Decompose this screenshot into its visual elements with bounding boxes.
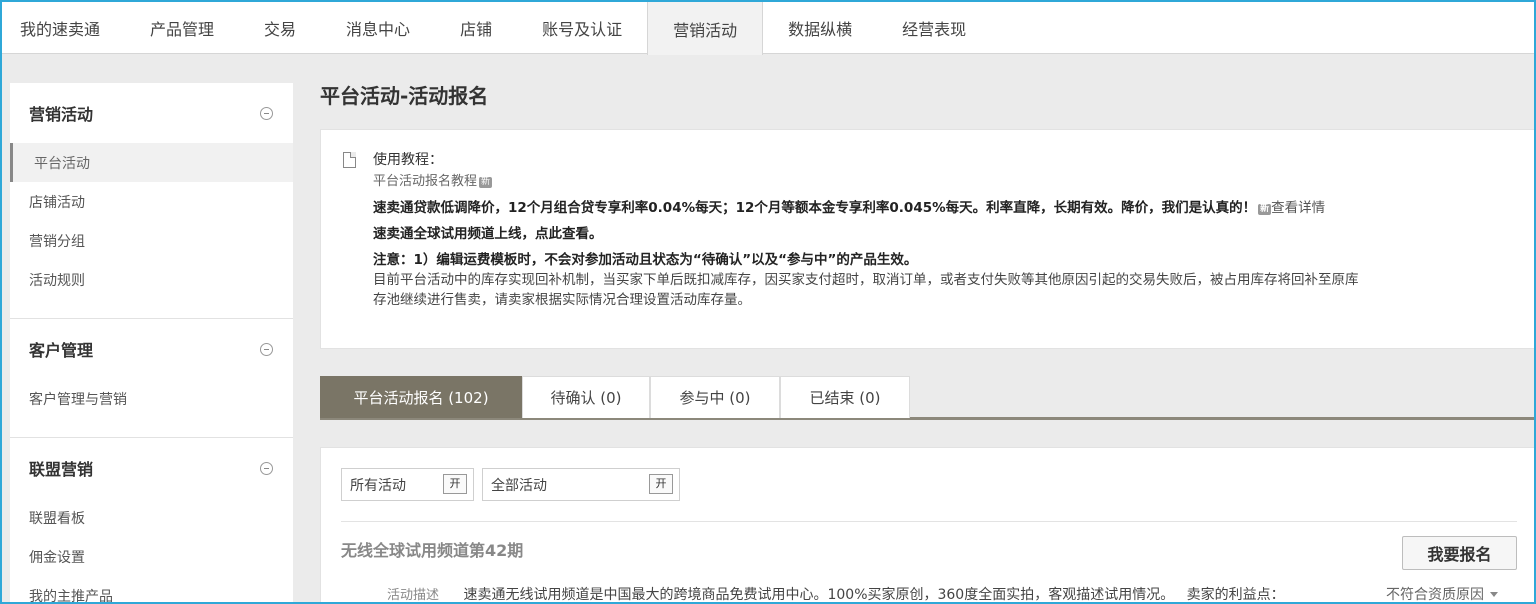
sidebar-item-platform-activity[interactable]: 平台活动 (10, 143, 293, 182)
new-badge-icon: 新 (1258, 204, 1272, 215)
nav-business-performance[interactable]: 经营表现 (877, 2, 991, 54)
tab-ended[interactable]: 已结束 (0) (780, 376, 910, 418)
ineligible-reason-dropdown[interactable]: 不符合资质原因 (1386, 584, 1498, 603)
nav-store[interactable]: 店铺 (435, 2, 517, 54)
activity-description-row: 活动描述 速卖通无线试用频道是中国最大的跨境商品免费试用中心。100%买家原创，… (387, 584, 1285, 603)
nav-my-aliexpress[interactable]: 我的速卖通 (2, 2, 125, 54)
sidebar-item-affiliate-dashboard[interactable]: 联盟看板 (10, 498, 293, 537)
activity-type-select[interactable]: 所有活动 开 (341, 468, 474, 501)
promo-line: 速卖通贷款低调降价，12个月组合贷专享利率0.04%每天；12个月等额本金专享利… (373, 198, 1534, 218)
nav-account-verification[interactable]: 账号及认证 (517, 2, 647, 54)
sidebar-group-title: 联盟营销 (29, 460, 94, 479)
sidebar-group-title: 营销活动 (29, 105, 94, 124)
ineligible-reason-label: 不符合资质原因 (1386, 587, 1484, 603)
benefit-label: 卖家的利益点： (1186, 587, 1285, 603)
activity-tabs: 平台活动报名 (102) 待确认 (0) 参与中 (0) 已结束 (0) (320, 376, 1534, 420)
promo-text: 速卖通贷款低调降价，12个月组合贷专享利率0.04%每天；12个月等额本金专享利… (373, 200, 1257, 216)
tab-in-progress[interactable]: 参与中 (0) (650, 376, 780, 418)
sidebar-item-customer-management[interactable]: 客户管理与营销 (10, 379, 293, 418)
activity-status-select[interactable]: 全部活动 开 (482, 468, 680, 501)
sidebar-group-affiliate: 联盟营销 联盟看板 佣金设置 我的主推产品 (10, 438, 293, 603)
sidebar-group-header[interactable]: 联盟营销 (10, 438, 293, 498)
notice-box: 使用教程： 平台活动报名教程新 速卖通贷款低调降价，12个月组合贷专享利率0.0… (320, 129, 1534, 349)
divider (341, 521, 1517, 522)
sidebar: 营销活动 平台活动 店铺活动 营销分组 活动规则 客户管理 客户管理与营销 联盟… (10, 83, 293, 603)
top-navigation: 我的速卖通 产品管理 交易 消息中心 店铺 账号及认证 营销活动 数据纵横 经营… (2, 2, 1534, 55)
sidebar-divider (10, 299, 293, 319)
tutorial-label: 使用教程： (373, 152, 443, 168)
sidebar-divider (10, 418, 293, 438)
nav-transactions[interactable]: 交易 (239, 2, 321, 54)
page-title: 平台活动-活动报名 (320, 84, 489, 108)
note-line: 注意：1）编辑运费模板时，不会对参加活动且状态为“待确认”以及“参与中”的产品生… (373, 252, 918, 268)
document-icon (343, 152, 356, 168)
nav-product-management[interactable]: 产品管理 (125, 2, 239, 54)
description-text: 速卖通无线试用频道是中国最大的跨境商品免费试用中心。100%买家原创，360度全… (463, 587, 1175, 603)
tab-pending[interactable]: 待确认 (0) (522, 376, 650, 418)
tutorial-link-row: 平台活动报名教程新 (373, 172, 1534, 192)
nav-data-analytics[interactable]: 数据纵横 (763, 2, 877, 54)
activity-type-button[interactable]: 开 (443, 474, 467, 494)
collapse-icon[interactable] (260, 461, 273, 475)
sidebar-group-title: 客户管理 (29, 341, 94, 360)
nav-message-center[interactable]: 消息中心 (321, 2, 435, 54)
stock-line-1: 目前平台活动中的库存实现回补机制，当买家下单后既扣减库存，因买家支付超时，取消订… (373, 272, 1359, 288)
sidebar-item-featured-products[interactable]: 我的主推产品 (10, 576, 293, 603)
sidebar-group-header[interactable]: 营销活动 (10, 83, 293, 143)
stock-line-2: 存池继续进行售卖，请卖家根据实际情况合理设置活动库存量。 (373, 292, 751, 308)
collapse-icon[interactable] (260, 342, 273, 356)
description-label: 活动描述 (387, 588, 440, 603)
sidebar-item-commission-settings[interactable]: 佣金设置 (10, 537, 293, 576)
activity-panel: 所有活动 开 全部活动 开 无线全球试用频道第42期 我要报名 活动描述 速卖通… (320, 447, 1534, 603)
sidebar-group-customers: 客户管理 客户管理与营销 (10, 319, 293, 438)
app-frame: 我的速卖通 产品管理 交易 消息中心 店铺 账号及认证 营销活动 数据纵横 经营… (0, 0, 1536, 604)
activity-type-value: 所有活动 (350, 477, 406, 494)
sidebar-item-activity-rules[interactable]: 活动规则 (10, 260, 293, 299)
sidebar-item-store-activity[interactable]: 店铺活动 (10, 182, 293, 221)
sidebar-item-marketing-groups[interactable]: 营销分组 (10, 221, 293, 260)
chevron-down-icon (1490, 592, 1498, 597)
sidebar-group-marketing: 营销活动 平台活动 店铺活动 营销分组 活动规则 (10, 83, 293, 319)
tab-platform-signup[interactable]: 平台活动报名 (102) (320, 376, 522, 418)
sidebar-group-header[interactable]: 客户管理 (10, 319, 293, 379)
tutorial-link[interactable]: 平台活动报名教程 (373, 174, 477, 189)
nav-marketing[interactable]: 营销活动 (647, 2, 764, 55)
new-badge-icon: 新 (479, 177, 493, 188)
signup-button[interactable]: 我要报名 (1402, 536, 1517, 570)
activity-status-button[interactable]: 开 (649, 474, 673, 494)
activity-status-value: 全部活动 (491, 477, 547, 494)
trial-line[interactable]: 速卖通全球试用频道上线，点此查看。 (373, 224, 1534, 244)
collapse-icon[interactable] (260, 106, 273, 120)
activity-title: 无线全球试用频道第42期 (341, 541, 524, 560)
promo-detail-link[interactable]: 查看详情 (1271, 200, 1325, 216)
